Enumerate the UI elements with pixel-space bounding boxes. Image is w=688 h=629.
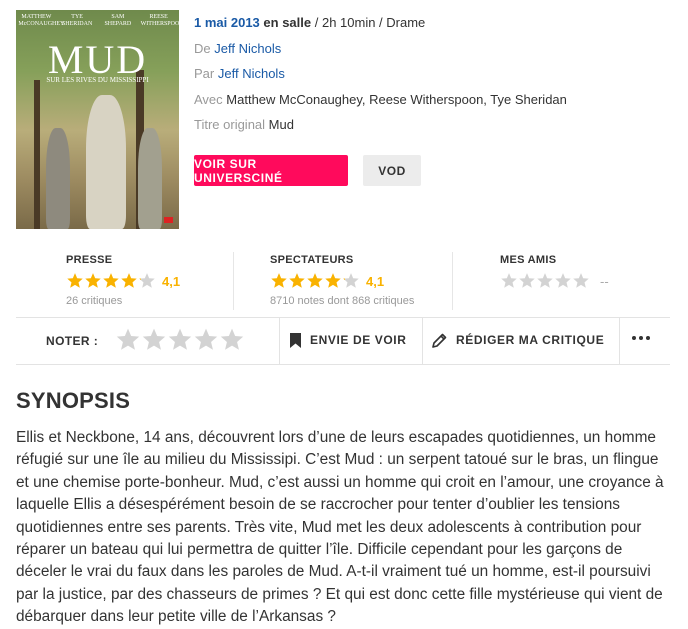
star-icon[interactable] xyxy=(167,327,193,353)
watch-on-universcine-button[interactable]: VOIR SUR UNIVERSCINÉ xyxy=(194,155,348,186)
friends-stars: -- xyxy=(500,272,609,290)
writer-link[interactable]: Jeff Nichols xyxy=(218,66,285,81)
release-row: 1 mai 2013 en salle / 2h 10min / Drame xyxy=(194,14,567,40)
press-rating[interactable]: PRESSE 4,1 26 critiques xyxy=(66,254,180,307)
cast-row: Avec Matthew McConaughey, Reese Withersp… xyxy=(194,91,567,117)
director-label: De xyxy=(194,40,211,56)
divider xyxy=(233,252,234,310)
poster-logo xyxy=(164,217,173,223)
star-icon xyxy=(307,273,323,288)
dot xyxy=(632,336,636,340)
press-count: 26 critiques xyxy=(66,295,123,307)
star-icon xyxy=(343,273,359,288)
wishlist-button[interactable]: ENVIE DE VOIR xyxy=(290,327,407,353)
dot xyxy=(646,336,650,340)
director-row: De Jeff Nichols xyxy=(194,40,567,66)
poster-actor: REESE WITHERSPOON xyxy=(140,14,179,27)
star-icon[interactable] xyxy=(193,327,219,353)
duration-genre: / 2h 10min / Drame xyxy=(314,15,426,30)
spectators-label: SPECTATEURS xyxy=(270,254,354,266)
original-title-label: Titre original xyxy=(194,117,266,132)
poster-actors: MATTHEW McCONAUGHEY TYE SHERIDAN SAM SHE… xyxy=(16,14,179,28)
divider xyxy=(16,317,670,318)
write-review-label: RÉDIGER MA CRITIQUE xyxy=(456,333,605,347)
star-icon xyxy=(289,273,305,288)
poster-figure xyxy=(86,95,126,229)
poster-figure xyxy=(138,128,162,229)
divider xyxy=(452,252,453,310)
spectators-score: 4,1 xyxy=(366,273,385,289)
friends-rating[interactable]: MES AMIS -- xyxy=(500,254,609,290)
star-icon xyxy=(121,273,137,288)
rate-label: NOTER : xyxy=(46,334,99,348)
director-link[interactable]: Jeff Nichols xyxy=(214,41,281,56)
star-icon[interactable] xyxy=(141,327,167,353)
press-score: 4,1 xyxy=(162,273,181,289)
spectators-stars: 4,1 xyxy=(270,272,414,290)
press-label: PRESSE xyxy=(66,254,113,266)
star-icon xyxy=(67,273,83,288)
poster-title: MUD xyxy=(47,37,148,82)
poster-tree xyxy=(34,80,40,229)
divider xyxy=(619,318,620,364)
divider xyxy=(422,318,423,364)
synopsis-text: Ellis et Neckbone, 14 ans, découvrent lo… xyxy=(16,429,664,626)
synopsis-title: SYNOPSIS xyxy=(16,388,131,413)
dot xyxy=(639,336,643,340)
star-icon xyxy=(555,273,571,288)
press-stars: 4,1 xyxy=(66,272,180,290)
friends-score: -- xyxy=(600,273,609,289)
poster-subtitle: SUR LES RIVES DU MISSISSIPPI xyxy=(46,76,149,84)
movie-info: 1 mai 2013 en salle / 2h 10min / Drame D… xyxy=(194,14,567,142)
vod-button[interactable]: VOD xyxy=(363,155,421,186)
poster-figure xyxy=(46,128,70,229)
spectators-count: 8710 notes dont 868 critiques xyxy=(270,295,415,307)
poster-actor: MATTHEW McCONAUGHEY xyxy=(18,14,65,27)
wishlist-label: ENVIE DE VOIR xyxy=(310,333,407,347)
divider xyxy=(16,364,670,365)
star-icon xyxy=(325,273,341,288)
star-icon xyxy=(139,273,155,288)
star-icon xyxy=(537,273,553,288)
star-icon xyxy=(519,273,535,288)
star-icon[interactable] xyxy=(115,327,141,353)
pencil-icon xyxy=(432,333,447,348)
star-icon xyxy=(85,273,101,288)
star-icon xyxy=(271,273,287,288)
spectators-rating[interactable]: SPECTATEURS 4,1 8710 notes dont 868 crit… xyxy=(270,254,414,307)
star-icon xyxy=(103,273,119,288)
writer-row: Par Jeff Nichols xyxy=(194,65,567,91)
friends-label: MES AMIS xyxy=(500,254,557,266)
star-icon[interactable] xyxy=(219,327,245,353)
write-review-button[interactable]: RÉDIGER MA CRITIQUE xyxy=(432,327,604,353)
bookmark-icon xyxy=(290,332,301,348)
cast-label: Avec xyxy=(194,91,223,107)
cast-list[interactable]: Matthew McConaughey, Reese Witherspoon, … xyxy=(226,92,567,107)
rate-stars-input[interactable] xyxy=(115,327,245,353)
poster-actor: TYE SHERIDAN xyxy=(61,14,93,27)
divider xyxy=(279,318,280,364)
writer-label: Par xyxy=(194,66,215,81)
release-suffix: en salle xyxy=(263,15,312,30)
star-icon xyxy=(573,273,589,288)
star-icon xyxy=(501,273,517,288)
release-date-link[interactable]: 1 mai 2013 xyxy=(194,15,260,30)
movie-poster[interactable]: MATTHEW McCONAUGHEY TYE SHERIDAN SAM SHE… xyxy=(16,10,179,229)
poster-actor: SAM SHEPARD xyxy=(104,14,132,27)
original-title-row: Titre original Mud xyxy=(194,116,567,142)
more-options-icon[interactable] xyxy=(632,336,650,340)
original-title: Mud xyxy=(268,117,294,132)
